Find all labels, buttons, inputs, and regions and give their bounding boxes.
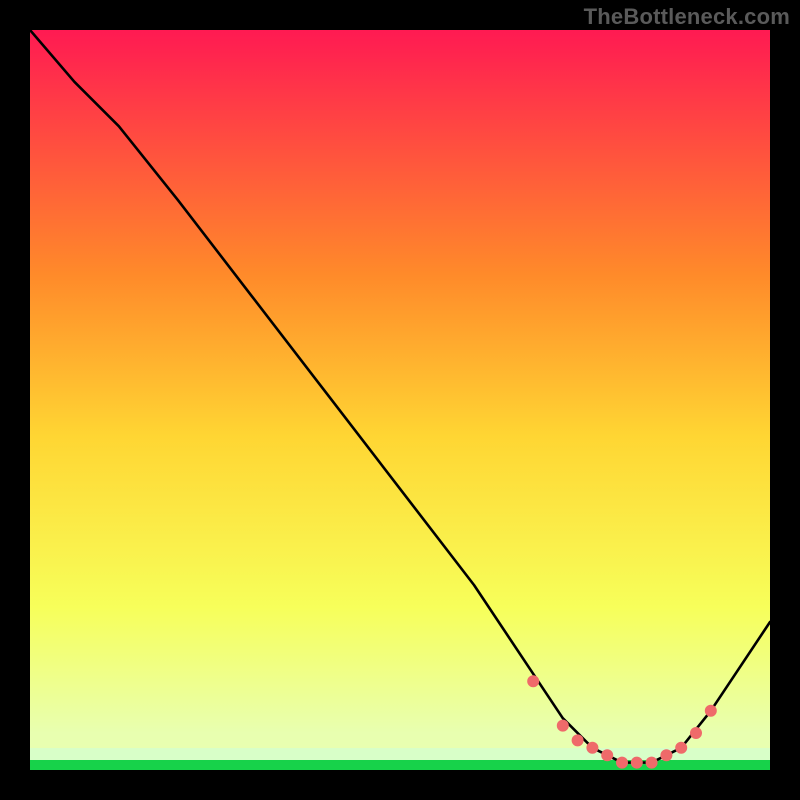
- marker-point: [646, 757, 657, 768]
- marker-point: [587, 742, 598, 753]
- marker-point: [572, 735, 583, 746]
- marker-point: [528, 676, 539, 687]
- chart-frame: TheBottleneck.com: [0, 0, 800, 800]
- marker-point: [661, 750, 672, 761]
- marker-point: [691, 728, 702, 739]
- marker-point: [631, 757, 642, 768]
- green-band: [30, 760, 770, 770]
- marker-point: [557, 720, 568, 731]
- bottleneck-chart: [0, 0, 800, 800]
- marker-point: [602, 750, 613, 761]
- marker-point: [617, 757, 628, 768]
- gradient-background: [30, 30, 770, 770]
- watermark-label: TheBottleneck.com: [584, 4, 790, 30]
- marker-point: [676, 742, 687, 753]
- marker-point: [705, 705, 716, 716]
